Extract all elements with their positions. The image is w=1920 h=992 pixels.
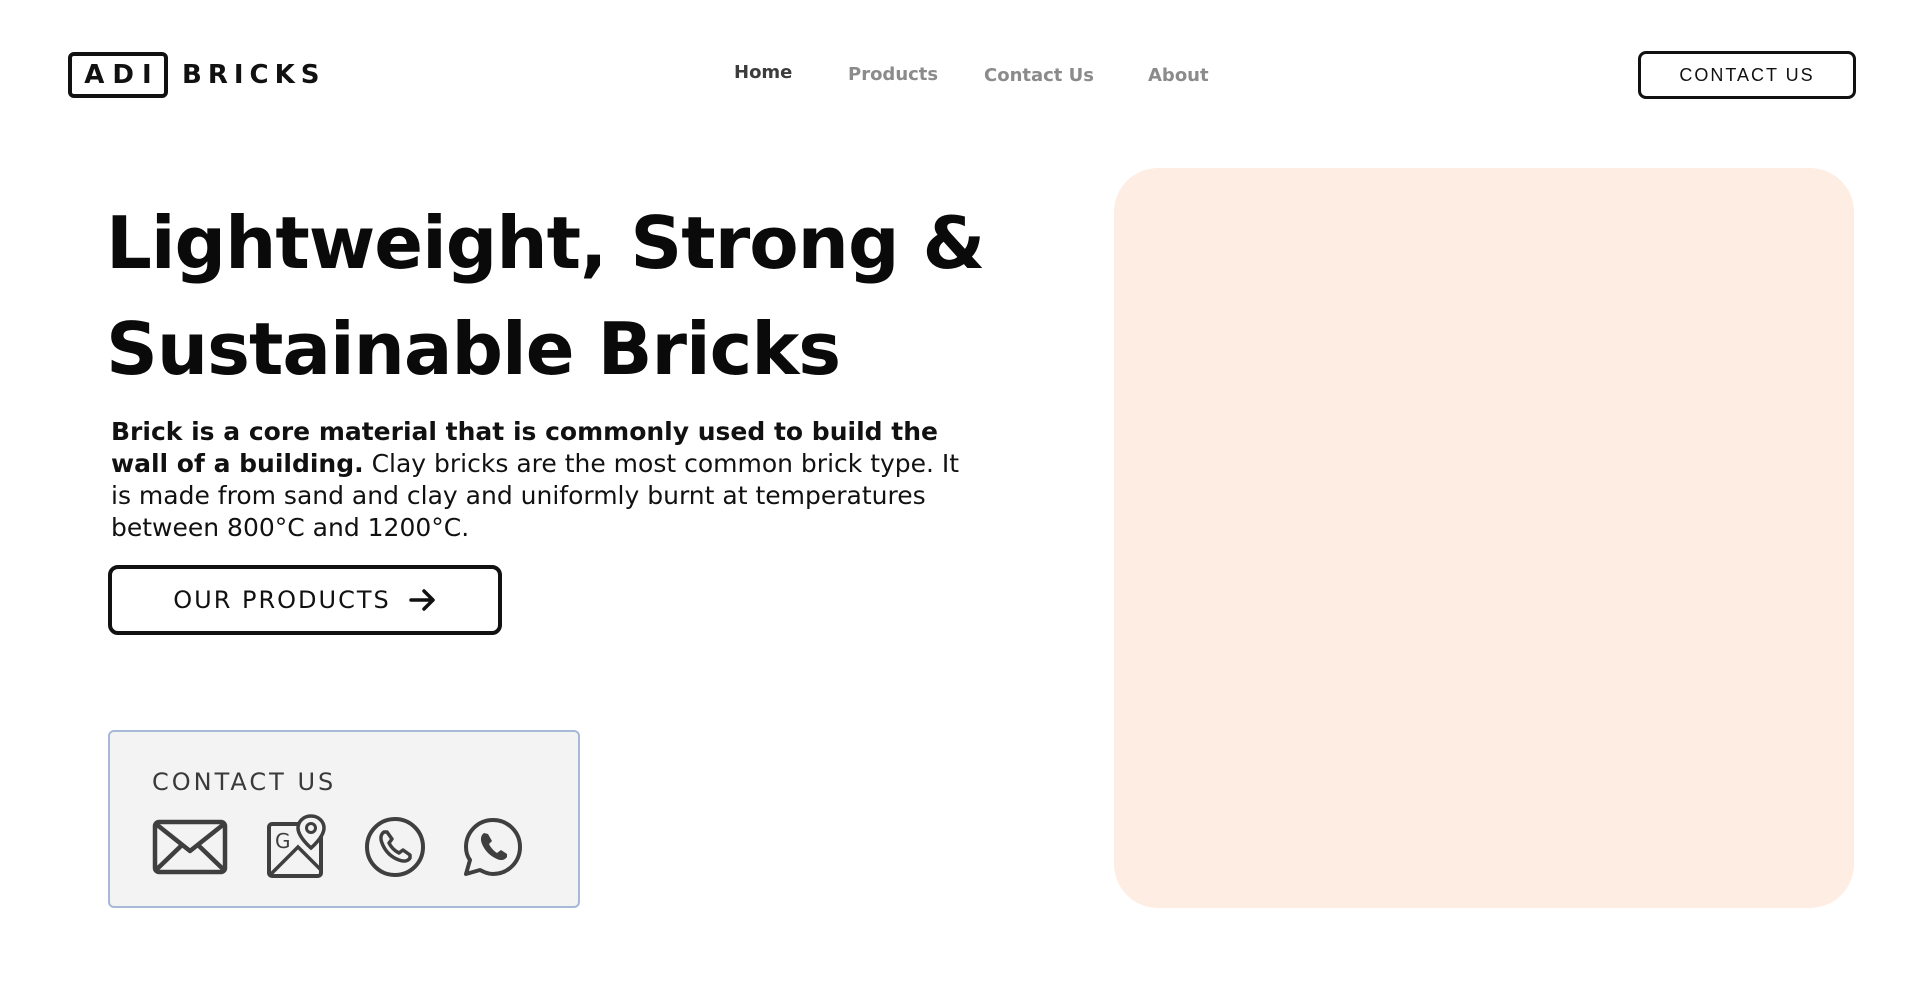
contact-card: CONTACT US G [108, 730, 580, 908]
arrow-right-icon [409, 588, 437, 612]
main-nav: Home Products Contact Us About [0, 62, 1920, 92]
contact-icons: G [152, 814, 524, 880]
mail-icon[interactable] [152, 819, 228, 875]
our-products-label: OUR PRODUCTS [173, 586, 391, 614]
our-products-button[interactable]: OUR PRODUCTS [108, 565, 502, 635]
google-maps-icon[interactable]: G [266, 814, 326, 880]
nav-products[interactable]: Products [848, 64, 938, 85]
whatsapp-icon[interactable] [462, 816, 524, 878]
nav-about[interactable]: About [1148, 65, 1209, 86]
hero-title-line2: Sustainable Bricks [106, 307, 841, 391]
hero-title-line1: Lightweight, Strong & [106, 201, 985, 285]
nav-contact-us[interactable]: Contact Us [984, 65, 1094, 86]
hero-image-panel [1114, 168, 1854, 908]
hero-title: Lightweight, Strong & Sustainable Bricks [106, 190, 1006, 402]
contact-card-title: CONTACT US [152, 768, 337, 796]
svg-text:G: G [275, 829, 291, 853]
hero-description: Brick is a core material that is commonl… [111, 416, 981, 544]
header-contact-button[interactable]: CONTACT US [1638, 51, 1856, 99]
phone-icon[interactable] [364, 816, 426, 878]
nav-home[interactable]: Home [734, 62, 792, 83]
